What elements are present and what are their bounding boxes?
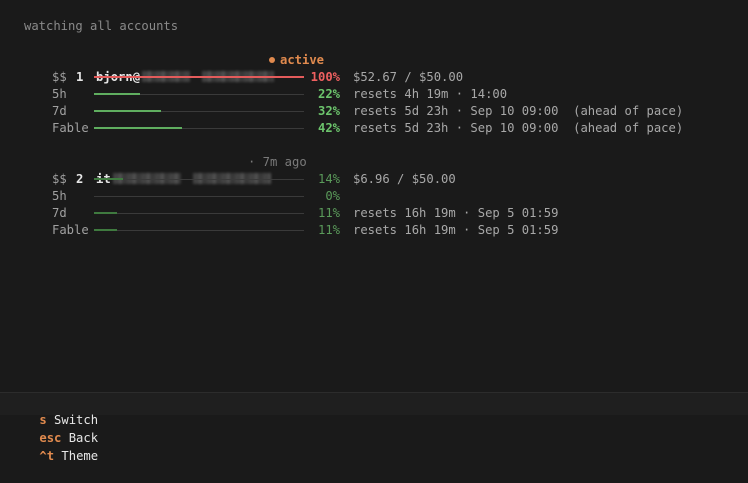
usage-bar (94, 229, 304, 231)
metric-info: $52.67 / $50.00 (353, 70, 464, 84)
metric-label: Fable (52, 223, 89, 237)
usage-bar (94, 178, 304, 180)
usage-bar (94, 110, 304, 112)
account-header: 1bjorn@ active (32, 52, 732, 84)
metric-percent: 42% (317, 121, 340, 135)
metric-label: 5h (52, 189, 67, 203)
theme-keybinding[interactable]: ^t Theme (39, 447, 98, 465)
usage-bar-fill (94, 229, 118, 231)
metric-info: resets 5d 23h · Sep 10 09:00 (ahead of p… (353, 121, 684, 135)
status-badge: active (269, 52, 324, 69)
metric-info: $6.96 / $50.00 (353, 172, 456, 186)
metric-row: $$ 14% $6.96 / $50.00 (32, 171, 732, 188)
metric-row: Fable 11% resets 16h 19m · Sep 5 01:59 (32, 222, 732, 239)
metric-label: $$ (52, 70, 67, 84)
metric-label: 5h (52, 87, 67, 101)
metric-percent: 22% (317, 87, 340, 101)
metric-label: $$ (52, 172, 67, 186)
metric-percent: 11% (317, 223, 340, 237)
account-block[interactable]: 1bjorn@ active $$ 100% $52.67 / $50.00 5… (32, 52, 732, 137)
account-block[interactable]: 2it · 7m ago $$ 14% $6.96 / $50.00 5h 0%… (32, 154, 732, 239)
usage-bar-fill (94, 110, 162, 112)
usage-bar-fill (94, 212, 118, 214)
keybinding-bar: s Switch esc Back ^t Theme (0, 392, 748, 463)
metric-info: resets 16h 19m · Sep 5 01:59 (353, 223, 559, 237)
metric-row: $$ 100% $52.67 / $50.00 (32, 69, 732, 86)
usage-bar-fill (94, 93, 141, 95)
usage-bar (94, 93, 304, 95)
metric-percent: 0% (325, 189, 340, 203)
metric-percent: 100% (310, 70, 340, 84)
metric-info: resets 4h 19m · 14:00 (353, 87, 508, 101)
back-keybinding[interactable]: esc Back (39, 429, 98, 447)
usage-bar (94, 127, 304, 129)
metric-row: 5h 22% resets 4h 19m · 14:00 (32, 86, 732, 103)
usage-bar (94, 196, 304, 197)
status-text: · 7m ago (248, 155, 307, 169)
metric-percent: 14% (317, 172, 340, 186)
metric-row: 7d 11% resets 16h 19m · Sep 5 01:59 (32, 205, 732, 222)
header-text: watching all accounts (24, 19, 179, 33)
active-dot-icon (269, 57, 275, 63)
terminal-screen: watching all accounts 1bjorn@ active $$ … (0, 0, 748, 463)
usage-bar-fill (94, 127, 183, 129)
metric-label: 7d (52, 206, 67, 220)
status-text: active (280, 53, 325, 67)
account-header: 2it · 7m ago (32, 154, 732, 186)
metric-info: resets 5d 23h · Sep 10 09:00 (ahead of p… (353, 104, 684, 118)
metric-percent: 32% (317, 104, 340, 118)
metric-label: Fable (52, 121, 89, 135)
metric-percent: 11% (317, 206, 340, 220)
metric-row: 5h 0% (32, 188, 732, 205)
metric-row: Fable 42% resets 5d 23h · Sep 10 09:00 (… (32, 120, 732, 137)
metric-label: 7d (52, 104, 67, 118)
metric-row: 7d 32% resets 5d 23h · Sep 10 09:00 (ahe… (32, 103, 732, 120)
metric-info: resets 16h 19m · Sep 5 01:59 (353, 206, 559, 220)
usage-bar (94, 212, 304, 214)
usage-bar-fill (94, 76, 304, 78)
usage-bar-fill (94, 178, 124, 180)
usage-bar (94, 76, 304, 78)
